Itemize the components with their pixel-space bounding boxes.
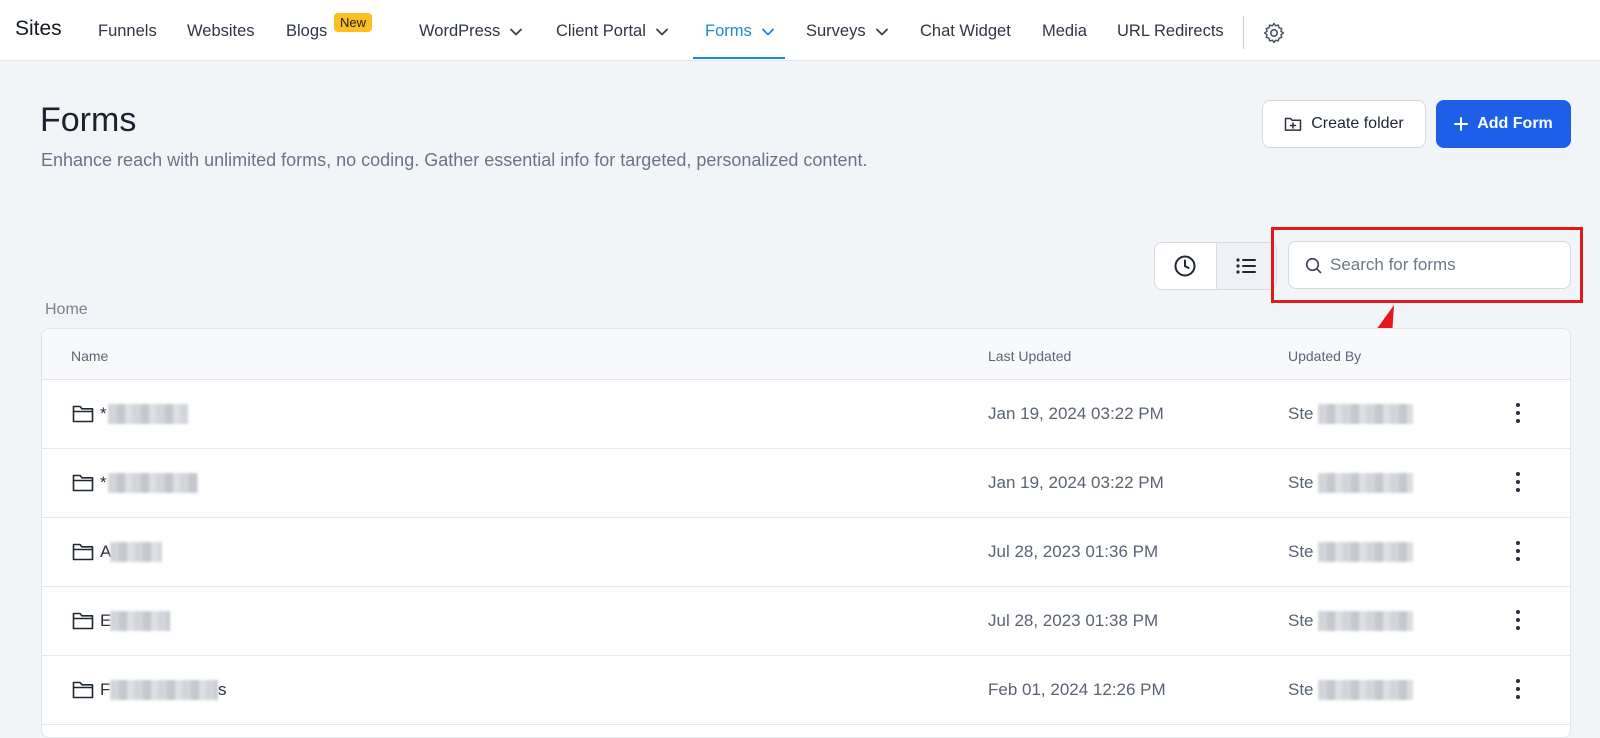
forms-table: Name Last Updated Updated By * Jan 19, 2… xyxy=(41,328,1571,738)
nav-divider xyxy=(1243,16,1244,49)
table-row[interactable]: A Jul 28, 2023 01:36 PM Ste xyxy=(42,518,1570,587)
folder-plus-icon xyxy=(1285,117,1302,131)
row-name-suffix: s xyxy=(218,680,227,699)
row-name: * xyxy=(100,404,107,423)
redacted-text xyxy=(108,404,188,424)
chevron-down-icon xyxy=(510,28,523,35)
folder-icon xyxy=(72,474,94,492)
view-toggle xyxy=(1154,242,1277,290)
nav-item-surveys[interactable]: Surveys xyxy=(806,22,889,41)
redacted-text xyxy=(110,542,162,562)
page-description: Enhance reach with unlimited forms, no c… xyxy=(41,150,868,170)
row-last-updated: Jan 19, 2024 03:22 PM xyxy=(988,404,1164,423)
row-last-updated: Jul 28, 2023 01:36 PM xyxy=(988,542,1159,561)
new-badge: New xyxy=(334,13,373,32)
nav-item-label: URL Redirects xyxy=(1117,22,1224,40)
table-header: Name Last Updated Updated By xyxy=(42,329,1570,380)
nav-item-label: Funnels xyxy=(98,22,157,40)
create-folder-button[interactable]: Create folder xyxy=(1262,100,1426,148)
nav-item-label: Chat Widget xyxy=(920,22,1011,40)
column-header-name[interactable]: Name xyxy=(71,348,108,364)
gear-icon[interactable] xyxy=(1262,21,1286,45)
folder-icon xyxy=(72,543,94,561)
row-updated-by: Ste xyxy=(1288,404,1314,423)
row-name: F xyxy=(100,680,111,699)
nav-item-label: Websites xyxy=(187,22,255,40)
nav-item-label: Client Portal xyxy=(556,22,646,40)
folder-icon xyxy=(72,681,94,699)
nav-item-label: Blogs xyxy=(286,22,328,40)
column-header-updated-by[interactable]: Updated By xyxy=(1288,348,1361,364)
chevron-down-icon xyxy=(761,28,774,35)
more-options-icon[interactable] xyxy=(1508,607,1528,633)
list-icon xyxy=(1236,258,1257,274)
create-folder-label: Create folder xyxy=(1311,115,1404,132)
app-brand: Sites xyxy=(15,17,62,40)
add-form-button[interactable]: Add Form xyxy=(1436,100,1571,148)
annotation-highlight-box xyxy=(1271,227,1583,303)
active-tab-indicator xyxy=(693,57,785,59)
redacted-text xyxy=(1318,680,1413,700)
more-options-icon[interactable] xyxy=(1508,676,1528,702)
nav-item-media[interactable]: Media xyxy=(1042,22,1087,41)
redacted-text xyxy=(110,611,170,631)
recent-view-button[interactable] xyxy=(1155,243,1216,289)
clock-icon xyxy=(1174,255,1196,277)
nav-item-chat-widget[interactable]: Chat Widget xyxy=(920,22,1011,41)
row-updated-by: Ste xyxy=(1288,542,1314,561)
table-row[interactable]: * Jan 19, 2024 03:22 PM Ste xyxy=(42,380,1570,449)
row-updated-by: Ste xyxy=(1288,473,1314,492)
folder-icon xyxy=(72,405,94,423)
nav-item-label: Media xyxy=(1042,22,1087,40)
top-navigation: Sites Funnels Websites Blogs New WordPre… xyxy=(0,0,1600,61)
redacted-text xyxy=(110,680,218,700)
row-name: * xyxy=(100,473,107,492)
redacted-text xyxy=(1318,611,1413,631)
table-row[interactable]: * Jan 19, 2024 03:22 PM Ste xyxy=(42,449,1570,518)
nav-item-forms[interactable]: Forms xyxy=(705,22,775,41)
row-last-updated: Jul 28, 2023 01:38 PM xyxy=(988,611,1159,630)
plus-icon xyxy=(1454,117,1469,131)
redacted-text xyxy=(1318,473,1413,493)
nav-item-client-portal[interactable]: Client Portal xyxy=(556,22,669,41)
column-header-last-updated[interactable]: Last Updated xyxy=(988,348,1071,364)
nav-item-funnels[interactable]: Funnels xyxy=(98,22,157,41)
nav-item-blogs[interactable]: Blogs xyxy=(286,22,327,41)
add-form-label: Add Form xyxy=(1477,115,1553,132)
nav-item-url-redirects[interactable]: URL Redirects xyxy=(1117,22,1224,41)
table-row[interactable]: E Jul 28, 2023 01:38 PM Ste xyxy=(42,587,1570,656)
nav-item-wordpress[interactable]: WordPress xyxy=(419,22,523,41)
page-title: Forms xyxy=(40,101,137,139)
redacted-text xyxy=(1318,404,1413,424)
nav-item-websites[interactable]: Websites xyxy=(187,22,255,41)
more-options-icon[interactable] xyxy=(1508,469,1528,495)
nav-item-label: Forms xyxy=(705,22,752,40)
more-options-icon[interactable] xyxy=(1508,538,1528,564)
list-view-button[interactable] xyxy=(1215,243,1276,289)
row-updated-by: Ste xyxy=(1288,680,1314,699)
chevron-down-icon xyxy=(875,28,888,35)
chevron-down-icon xyxy=(655,28,668,35)
redacted-text xyxy=(1318,542,1413,562)
nav-item-label: WordPress xyxy=(419,22,501,40)
breadcrumb[interactable]: Home xyxy=(45,301,88,319)
row-last-updated: Feb 01, 2024 12:26 PM xyxy=(988,680,1166,699)
row-updated-by: Ste xyxy=(1288,611,1314,630)
row-last-updated: Jan 19, 2024 03:22 PM xyxy=(988,473,1164,492)
folder-icon xyxy=(72,612,94,630)
table-row[interactable]: F s Feb 01, 2024 12:26 PM Ste xyxy=(42,656,1570,725)
more-options-icon[interactable] xyxy=(1508,400,1528,426)
redacted-text xyxy=(108,473,198,493)
nav-item-label: Surveys xyxy=(806,22,866,40)
